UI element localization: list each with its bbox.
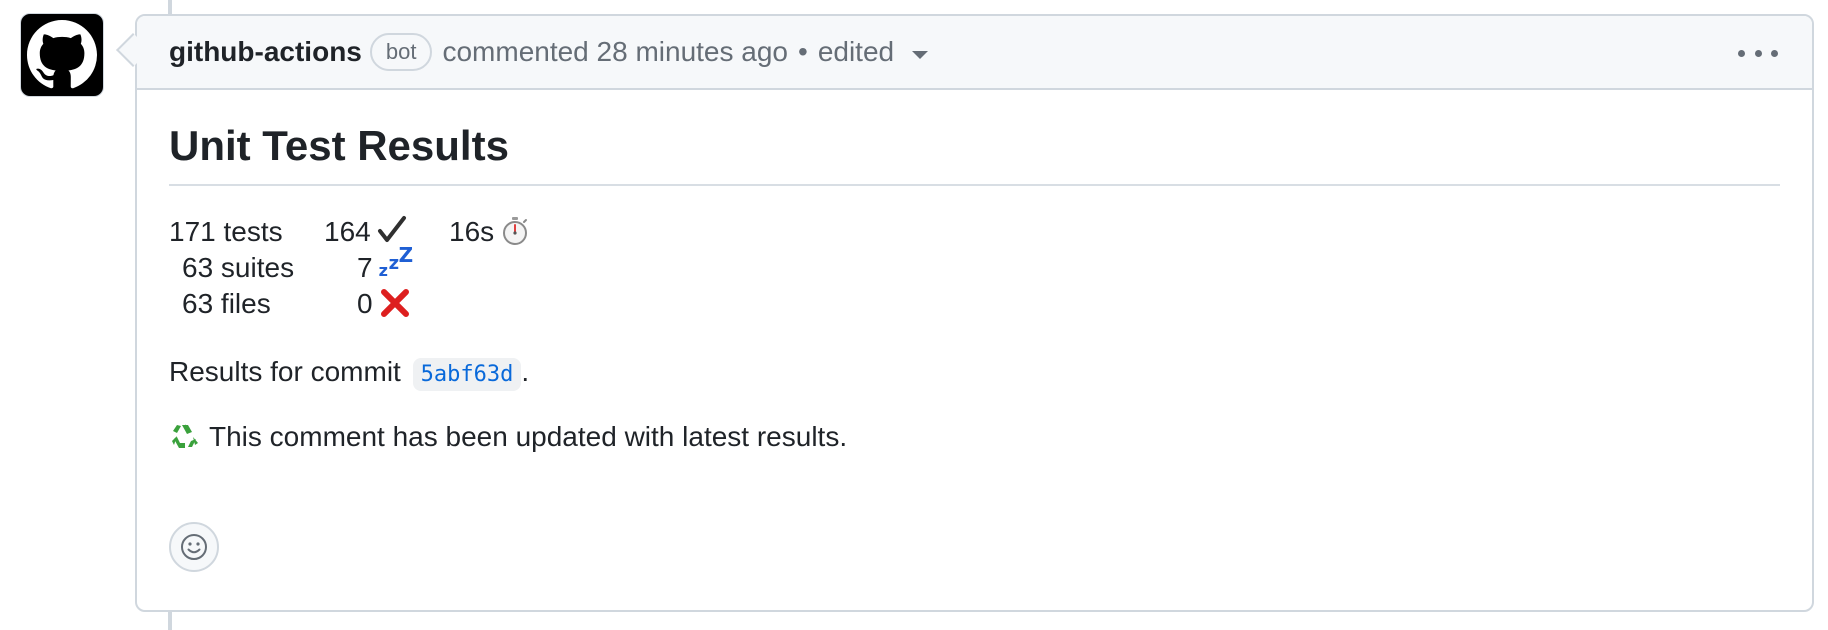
results-title: Unit Test Results bbox=[169, 90, 1780, 186]
caret-down-icon bbox=[912, 51, 929, 59]
commit-link[interactable]: 5abf63d bbox=[412, 358, 522, 391]
kebab-horizontal-icon[interactable] bbox=[1738, 38, 1778, 68]
add-reaction-button[interactable] bbox=[169, 522, 219, 572]
zzz-icon: zzZ bbox=[378, 243, 414, 280]
results-line: Results for commit 5abf63d. bbox=[169, 352, 1780, 395]
update-note: This comment has been updated with lates… bbox=[169, 417, 1780, 457]
timeline-page: github-actions bot commented 28 minutes … bbox=[0, 0, 1828, 630]
edited-dropdown[interactable]: edited bbox=[817, 36, 929, 68]
stat-duration: 16s bbox=[449, 212, 530, 252]
separator: • bbox=[798, 36, 808, 67]
stat-passed: 164 bbox=[324, 212, 407, 252]
comment-timestamp[interactable]: commented 28 minutes ago bbox=[442, 36, 788, 68]
bot-badge: bot bbox=[369, 33, 433, 71]
recycle-icon bbox=[172, 424, 198, 448]
comment-card: github-actions bot commented 28 minutes … bbox=[135, 14, 1814, 612]
stopwatch-icon bbox=[503, 217, 528, 245]
stat-tests: 171 tests bbox=[169, 216, 283, 247]
comment-header: github-actions bot commented 28 minutes … bbox=[137, 16, 1812, 90]
skipped-count: 7 bbox=[357, 252, 373, 283]
duration-value: 16s bbox=[449, 216, 495, 247]
stat-failed: 0 bbox=[357, 284, 411, 324]
comment-body: Unit Test Results 171 tests 63 suites 63… bbox=[137, 90, 1812, 572]
stat-skipped: 7zzZ bbox=[357, 243, 414, 288]
update-note-text: This comment has been updated with lates… bbox=[209, 421, 848, 452]
x-icon bbox=[380, 289, 409, 317]
author-link[interactable]: github-actions bbox=[169, 36, 362, 68]
results-suffix: . bbox=[521, 356, 530, 387]
smiley-icon bbox=[181, 534, 207, 560]
stat-suites: 63 suites bbox=[182, 252, 295, 283]
stat-files: 63 files bbox=[182, 288, 271, 319]
results-prefix: Results for commit bbox=[169, 356, 401, 387]
check-icon bbox=[377, 216, 406, 242]
edited-label: edited bbox=[817, 36, 895, 67]
avatar[interactable] bbox=[20, 13, 104, 97]
passed-count: 164 bbox=[324, 216, 371, 247]
failed-count: 0 bbox=[357, 288, 373, 319]
github-octocat-icon bbox=[27, 20, 97, 89]
stats-table: 171 tests 63 suites 63 files 164 7zzZ 0 … bbox=[169, 212, 1780, 332]
